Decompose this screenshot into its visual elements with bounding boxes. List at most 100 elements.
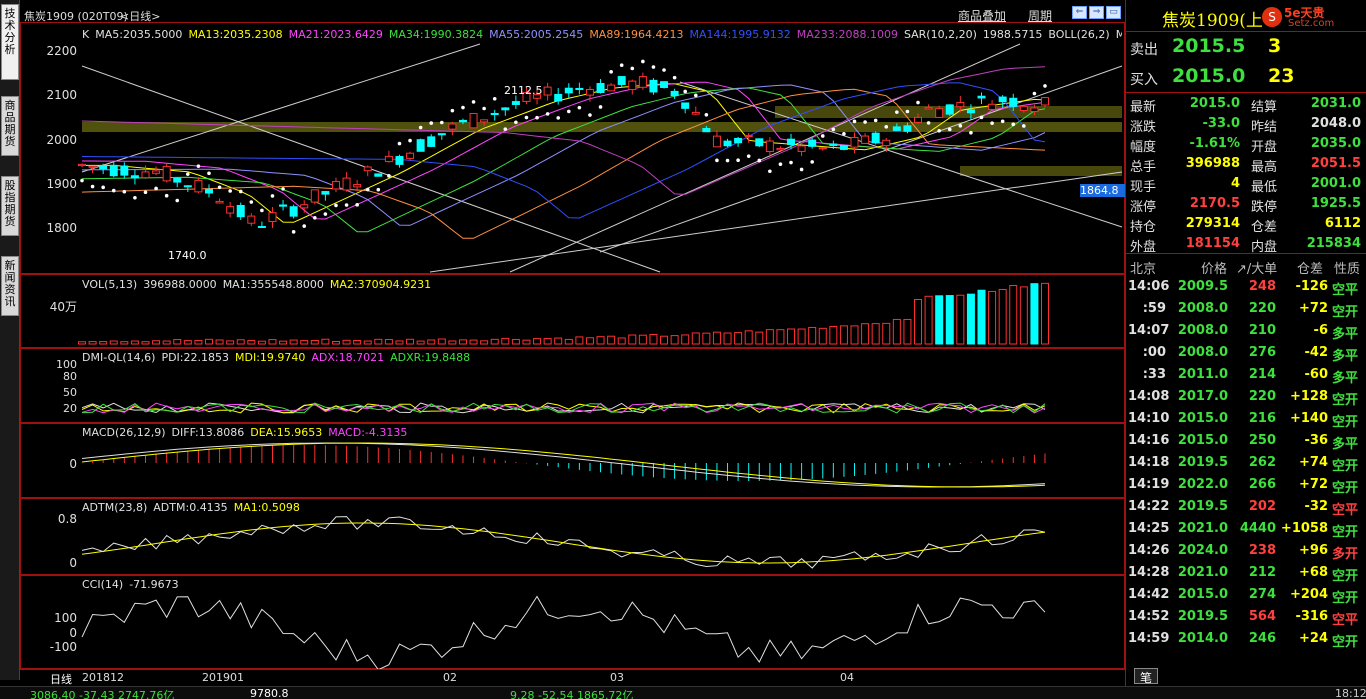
sell-price: 2015.5: [1172, 35, 1246, 57]
tick-cell: 空开: [1332, 481, 1359, 496]
quote-contract-name: 焦炭1909(上: [1162, 11, 1263, 31]
tick-cell: 14:59: [1128, 631, 1170, 646]
sar-dot: [947, 127, 952, 132]
candle-body: [956, 101, 965, 108]
volume-bar: [395, 340, 404, 345]
tick-row[interactable]: 14:52 2019.5 564 -316 空平: [1126, 606, 1366, 628]
volume-bar: [141, 341, 150, 345]
tick-row[interactable]: 14:07 2008.0 210 -6 多平: [1126, 320, 1366, 342]
candle-body: [88, 165, 97, 168]
side-tab-tech[interactable]: 技术分析: [1, 4, 19, 80]
tick-row[interactable]: :33 2011.0 214 -60 多平: [1126, 364, 1366, 386]
tick-cell: +140: [1289, 411, 1328, 426]
sar-dot: [926, 121, 931, 125]
tick-cell: 多平: [1332, 437, 1359, 452]
candle-body: [310, 189, 319, 203]
candle-body: [236, 204, 245, 218]
date-tick: 02: [443, 671, 457, 684]
tick-row[interactable]: 14:06 2009.5 248 -126 空平: [1126, 276, 1366, 298]
candle-body: [1009, 97, 1018, 107]
tick-cell: 空开: [1332, 525, 1359, 540]
tick-row[interactable]: 14:08 2017.0 220 +128 空开: [1126, 386, 1366, 408]
tick-cell: 空开: [1332, 591, 1359, 606]
candle-body: [353, 184, 362, 188]
candle-body: [448, 123, 457, 130]
quote-stat-value: 181154: [1185, 236, 1240, 251]
side-tab-news[interactable]: 新闻资讯: [1, 256, 19, 316]
tick-cell: 空平: [1332, 283, 1359, 298]
candle-body: [702, 127, 711, 133]
quote-stat-value: 2001.0: [1310, 176, 1361, 191]
tick-cell: -316: [1295, 609, 1328, 624]
dmi-chart: [81, 402, 1046, 414]
volume-bar: [469, 339, 478, 345]
date-tick: 03: [610, 671, 624, 684]
tick-row[interactable]: :00 2008.0 276 -42 多平: [1126, 342, 1366, 364]
candle-body: [628, 80, 637, 91]
tick-row[interactable]: 14:42 2015.0 274 +204 空开: [1126, 584, 1366, 606]
volume-bar: [797, 328, 806, 345]
sar-dot: [873, 118, 878, 123]
sar-dot: [482, 106, 486, 111]
quote-stat-label: 结算: [1251, 100, 1278, 115]
trend-line: [429, 171, 1123, 273]
sar-dot: [884, 125, 889, 129]
volume-bar: [1041, 282, 1049, 345]
date-tick: 201901: [202, 671, 244, 684]
side-tab-index[interactable]: 股指期货: [1, 176, 19, 236]
tick-cell: +72: [1299, 477, 1328, 492]
volume-bar: [437, 338, 446, 345]
sar-dot: [429, 121, 434, 125]
sar-dot: [450, 108, 455, 113]
ma-line: [82, 83, 1046, 223]
tick-cell: 220: [1248, 301, 1276, 316]
tick-row[interactable]: 14:10 2015.0 216 +140 空开: [1126, 408, 1366, 430]
restore-icon[interactable]: ▭: [1106, 6, 1121, 19]
ticks-col-nature: 性质: [1334, 262, 1361, 277]
tick-row[interactable]: 14:26 2024.0 238 +96 多开: [1126, 540, 1366, 562]
tick-tab[interactable]: 笔: [1134, 668, 1158, 685]
tick-row[interactable]: 14:18 2019.5 262 +74 空开: [1126, 452, 1366, 474]
volume-bar: [78, 341, 86, 345]
tick-cell: :59: [1142, 301, 1166, 316]
volume-bar: [861, 323, 870, 345]
tick-row[interactable]: 14:25 2021.0 4440 +1058 空开: [1126, 518, 1366, 540]
candle-body: [998, 96, 1007, 103]
next-icon[interactable]: ⇒: [1089, 6, 1104, 19]
sar-dot: [588, 113, 592, 117]
tick-row[interactable]: 14:22 2019.5 202 -32 空平: [1126, 496, 1366, 518]
candle-body: [183, 185, 192, 188]
date-tick: 04: [840, 671, 854, 684]
sar-dot: [799, 167, 804, 172]
candle-body: [406, 152, 415, 159]
tick-cell: 14:19: [1128, 477, 1170, 492]
candle-body: [458, 119, 467, 123]
sar-dot: [1032, 91, 1037, 96]
dmi-line: [81, 402, 1046, 414]
tick-row[interactable]: 14:19 2022.0 266 +72 空开: [1126, 474, 1366, 496]
volume-bar: [194, 339, 203, 345]
tick-row[interactable]: 14:28 2021.0 212 +68 空开: [1126, 562, 1366, 584]
sar-dot: [397, 141, 402, 146]
sar-dot: [683, 89, 687, 94]
tick-cell: +74: [1299, 455, 1328, 470]
candle-body: [945, 104, 954, 115]
side-tab-commodity[interactable]: 商品期货: [1, 96, 19, 156]
candle-body: [279, 204, 288, 207]
ticks-col-volume: ↗/大单: [1236, 262, 1278, 277]
sar-dot: [514, 120, 518, 125]
tick-row[interactable]: :59 2008.0 220 +72 空开: [1126, 298, 1366, 320]
candle-body: [988, 103, 997, 110]
prev-icon[interactable]: ⇐: [1072, 6, 1087, 19]
macd-chart: [81, 442, 1046, 488]
volume-bar: [892, 318, 901, 345]
candle-body: [194, 179, 203, 193]
candle-body: [141, 171, 150, 179]
sar-dot: [334, 203, 338, 208]
tick-row[interactable]: 14:16 2015.0 250 -36 多平: [1126, 430, 1366, 452]
tick-cell: +68: [1299, 565, 1328, 580]
candle-body: [130, 175, 139, 179]
tick-list[interactable]: 14:06 2009.5 248 -126 空平:59 2008.0 220 +72 空开 14:…: [1126, 276, 1366, 664]
tick-row[interactable]: 14:59 2014.0 246 +24 空开: [1126, 628, 1366, 650]
volume-bar: [543, 338, 552, 345]
